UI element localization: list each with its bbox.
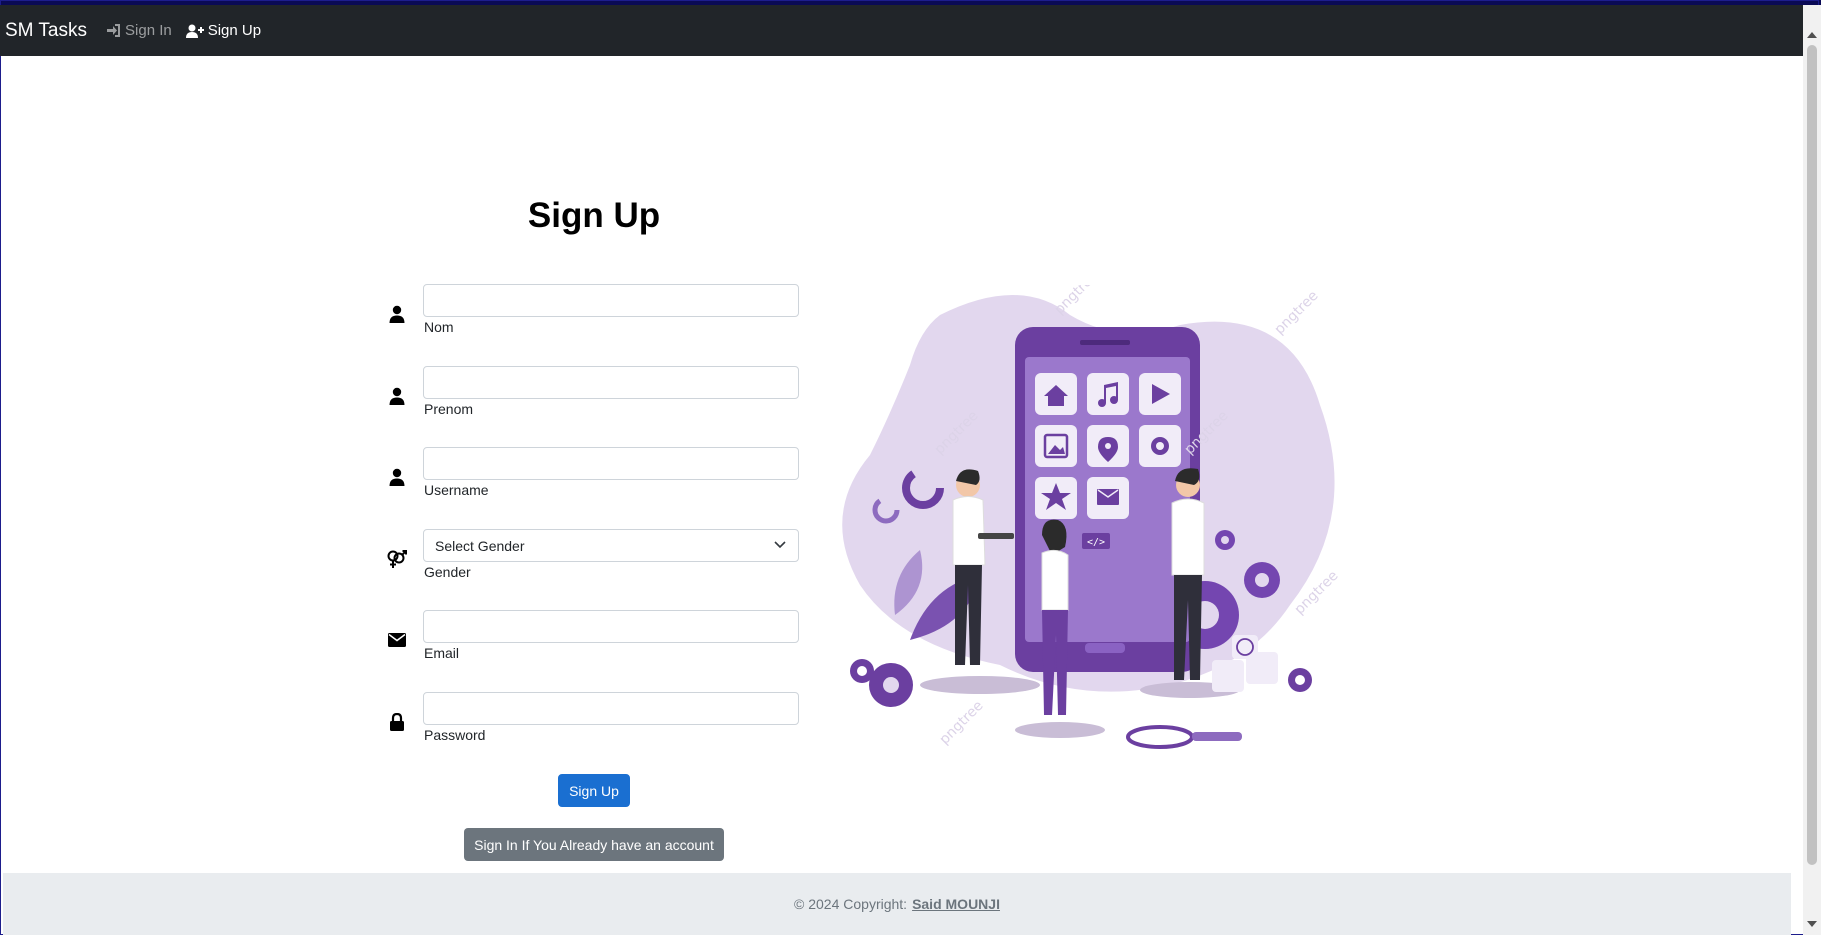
- scroll-up-arrow-icon[interactable]: [1807, 32, 1817, 38]
- user-plus-icon: [185, 24, 204, 38]
- nav-signin-label: Sign In: [125, 22, 172, 39]
- prenom-input[interactable]: [423, 366, 799, 399]
- password-field[interactable]: [423, 692, 799, 725]
- sign-in-icon: [107, 24, 121, 37]
- scroll-thumb[interactable]: [1807, 45, 1817, 865]
- page-footer: © 2024 Copyright: Said MOUNJI: [3, 873, 1791, 935]
- envelope-icon: [386, 629, 408, 651]
- brand-name[interactable]: SM Tasks: [5, 20, 87, 42]
- team-building-app-illustration: </> pngtree pngtree pngtree pngtree pngt…: [842, 285, 1342, 749]
- password-label: Password: [424, 727, 486, 743]
- page-scrollbar[interactable]: [1803, 5, 1821, 935]
- gender-label: Gender: [424, 564, 471, 580]
- username-label: Username: [424, 482, 489, 498]
- watermark-text: pngtree: [1052, 285, 1102, 318]
- gender-selected-value: Select Gender: [435, 537, 525, 554]
- nom-input[interactable]: [423, 284, 799, 317]
- user-icon: [386, 303, 408, 325]
- email-label: Email: [424, 645, 460, 661]
- watermark-text: pngtree: [1272, 288, 1322, 338]
- code-tag-text: </>: [1087, 537, 1105, 548]
- author-link[interactable]: Said MOUNJI: [912, 896, 1000, 912]
- navbar: SM Tasks Sign In Sign Up: [0, 5, 1803, 56]
- lock-icon: [386, 711, 408, 733]
- gender-icon: [386, 548, 408, 570]
- user-icon: [386, 385, 408, 407]
- email-field[interactable]: [423, 610, 799, 643]
- user-icon: [386, 466, 408, 488]
- watermark-text: pngtree: [937, 698, 987, 748]
- gender-select[interactable]: Select Gender: [423, 529, 799, 562]
- nom-label: Nom: [424, 319, 454, 335]
- scroll-down-arrow-icon[interactable]: [1807, 921, 1817, 927]
- signin-redirect-button[interactable]: Sign In If You Already have an account: [464, 828, 724, 861]
- nav-signup-label: Sign Up: [207, 22, 262, 39]
- prenom-label: Prenom: [424, 401, 474, 417]
- nav-signin-link[interactable]: Sign In: [107, 22, 172, 39]
- page-title: Sign Up: [527, 196, 661, 235]
- signup-submit-button[interactable]: Sign Up: [558, 774, 630, 807]
- username-input[interactable]: [423, 447, 799, 480]
- nav-signup-link[interactable]: Sign Up: [185, 22, 262, 39]
- chevron-down-icon: [774, 541, 786, 549]
- copyright-text: © 2024 Copyright:: [794, 896, 908, 912]
